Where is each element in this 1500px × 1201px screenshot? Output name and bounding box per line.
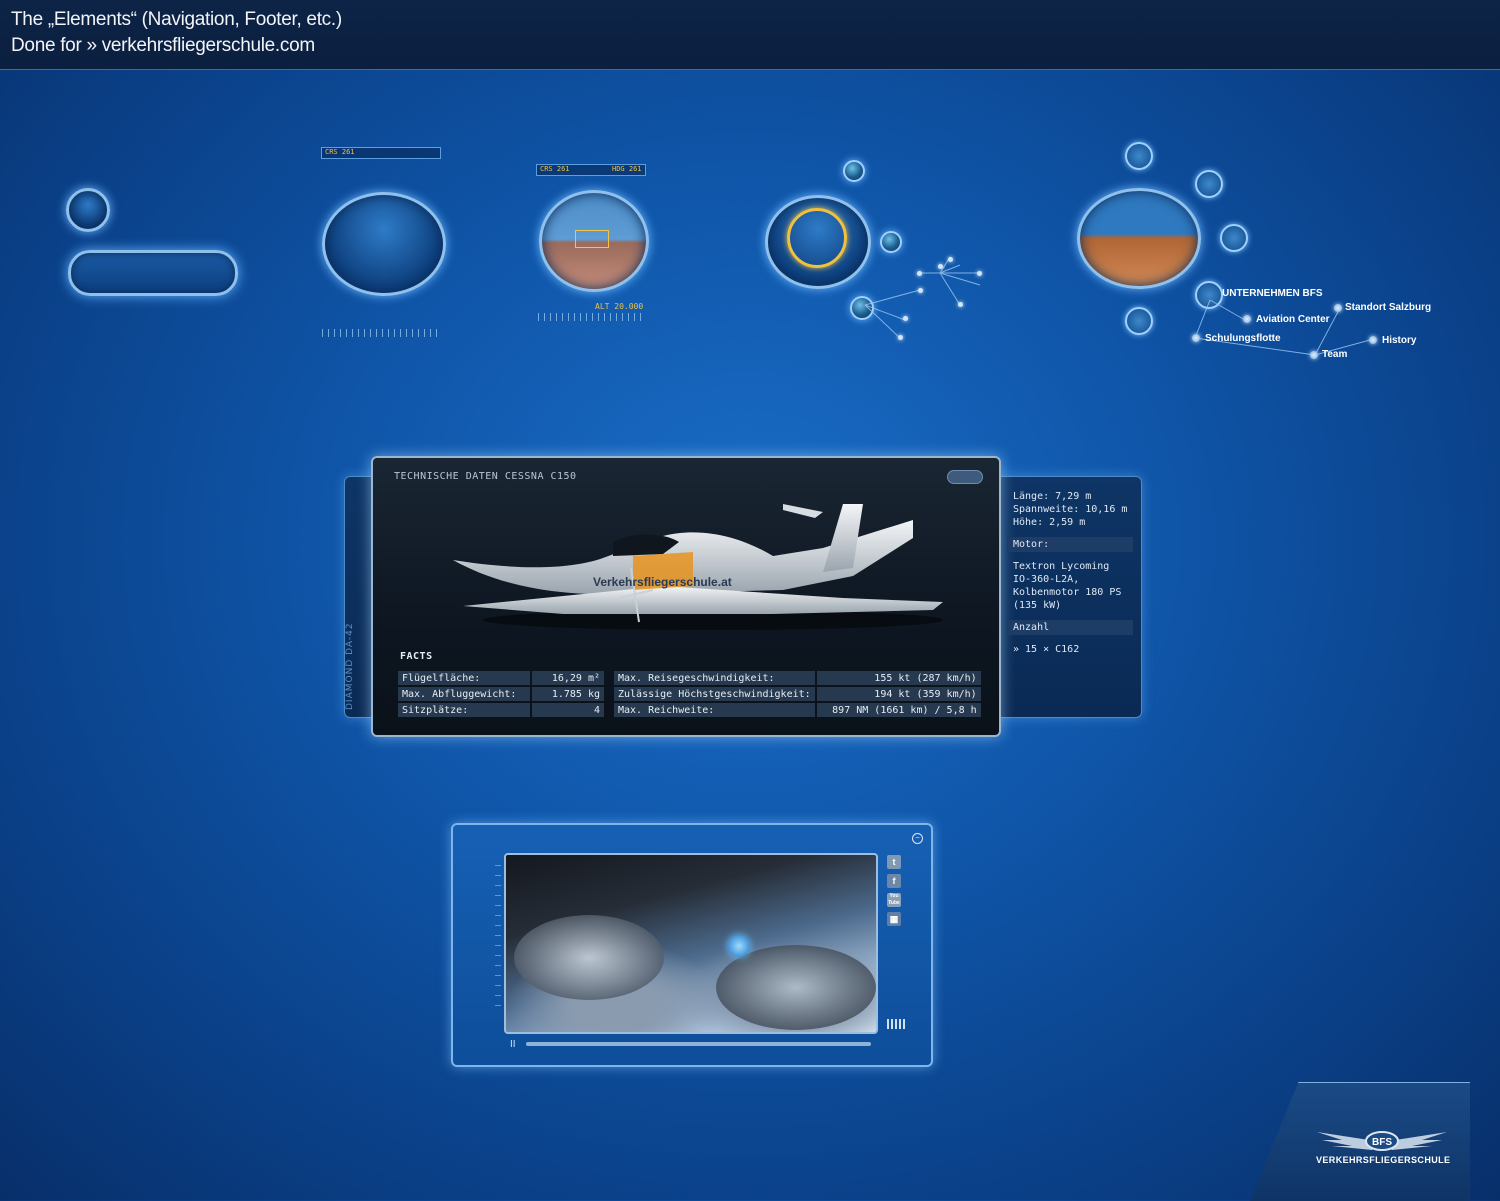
starship-engine <box>728 935 750 957</box>
crs-label: CRS 261 <box>325 148 355 156</box>
nav-node[interactable] <box>948 257 953 262</box>
fact-value: 1.785 kg <box>532 687 604 701</box>
nav-node[interactable] <box>918 288 923 293</box>
fact-value: 4 <box>532 703 604 717</box>
gear-icon[interactable] <box>1195 170 1223 198</box>
fact-value: 155 kt (287 km/h) <box>816 671 981 685</box>
header-title: The „Elements“ (Navigation, Footer, etc.… <box>11 9 342 30</box>
hdg-label: HDG 261 <box>612 165 642 173</box>
hub-gauge[interactable] <box>1077 188 1201 289</box>
tech-data-panel: TECHNISCHE DATEN CESSNA C150 Verkehrsfli… <box>371 456 1001 737</box>
gear-icon[interactable] <box>1125 307 1153 335</box>
progress-bar[interactable] <box>526 1042 871 1046</box>
round-button[interactable] <box>66 188 110 232</box>
nav-node-aviation[interactable] <box>1243 315 1251 323</box>
alt-scale <box>538 313 642 321</box>
nav-history[interactable]: History <box>1382 335 1416 346</box>
header-subtitle: Done for » verkehrsfliegerschule.com <box>11 35 315 56</box>
nav-standort[interactable]: Standort Salzburg <box>1345 302 1431 313</box>
gear-icon[interactable] <box>1125 142 1153 170</box>
compass-ring <box>787 208 847 268</box>
spec-spannweite: Spannweite: 10,16 m <box>1013 504 1128 515</box>
plane-livery-text: Verkehrsfliegerschule.at <box>593 575 732 589</box>
nav-node[interactable] <box>917 271 922 276</box>
facts-table-left: Flügelfläche: 16,29 m² Max. Abfluggewich… <box>396 669 606 719</box>
fact-key: Max. Abfluggewicht: <box>398 687 530 701</box>
fact-key: Zulässige Höchstgeschwindigkeit: <box>614 687 815 701</box>
youtube-icon[interactable]: You Tube <box>887 893 901 907</box>
table-row: Zulässige Höchstgeschwindigkeit: 194 kt … <box>614 687 981 701</box>
panel-close-button[interactable] <box>947 470 983 484</box>
player-scale <box>495 865 501 1015</box>
globe-icon[interactable] <box>880 231 902 253</box>
table-row: Flügelfläche: 16,29 m² <box>398 671 604 685</box>
specs-sidebar: Länge: 7,29 m Spannweite: 10,16 m Höhe: … <box>1007 490 1133 656</box>
header-bar: The „Elements“ (Navigation, Footer, etc.… <box>0 0 1500 70</box>
fact-key: Flügelfläche: <box>398 671 530 685</box>
fact-key: Max. Reichweite: <box>614 703 815 717</box>
facts-table-right: Max. Reisegeschwindigkeit: 155 kt (287 k… <box>612 669 983 719</box>
spec-motor-line: Kolbenmotor 180 PS <box>1013 587 1122 598</box>
video-screen[interactable] <box>504 853 878 1034</box>
nav-schulungsflotte[interactable]: Schulungsflotte <box>1205 333 1281 344</box>
nav-node[interactable] <box>977 271 982 276</box>
flickr-icon[interactable]: ▦ <box>887 912 901 926</box>
volume-icon[interactable] <box>887 1019 905 1029</box>
spec-motor-line: (135 kW) <box>1013 600 1062 611</box>
nav-aviation[interactable]: Aviation Center <box>1256 314 1330 325</box>
nav-node-team[interactable] <box>1310 351 1318 359</box>
fact-value: 194 kt (359 km/h) <box>816 687 981 701</box>
nav-node[interactable] <box>903 316 908 321</box>
fact-value: 16,29 m² <box>532 671 604 685</box>
nav-team[interactable]: Team <box>1322 349 1347 360</box>
nav-node[interactable] <box>938 264 943 269</box>
fact-key: Max. Reisegeschwindigkeit: <box>614 671 815 685</box>
table-row: Max. Reichweite: 897 NM (1661 km) / 5,8 … <box>614 703 981 717</box>
fact-key: Sitzplätze: <box>398 703 530 717</box>
gauge-scale <box>322 329 440 337</box>
twitter-icon[interactable]: t <box>887 855 901 869</box>
bfs-wings-logo[interactable]: BFS <box>1312 1126 1452 1156</box>
footer-logo-name: VERKEHRSFLIEGERSCHULE <box>1316 1155 1451 1165</box>
video-player: − t f You Tube ▦ II <box>451 823 933 1067</box>
starship-image <box>514 915 664 1000</box>
facebook-icon[interactable]: f <box>887 874 901 888</box>
spec-anzahl: » 15 × C162 <box>1013 644 1080 655</box>
gauge-empty[interactable] <box>322 192 446 296</box>
nav-node[interactable] <box>898 335 903 340</box>
logo-badge: BFS <box>1372 1137 1392 1148</box>
spec-anzahl-header: Anzahl <box>1007 620 1133 635</box>
crs-label-2: CRS 261 <box>540 165 570 173</box>
globe-icon[interactable] <box>843 160 865 182</box>
close-icon[interactable]: − <box>912 833 923 844</box>
panel-title: TECHNISCHE DATEN CESSNA C150 <box>394 471 577 482</box>
fact-value: 897 NM (1661 km) / 5,8 h <box>816 703 981 717</box>
spec-hoehe: Höhe: 2,59 m <box>1013 517 1086 528</box>
pill-input[interactable] <box>68 250 238 296</box>
pause-button[interactable]: II <box>510 1039 516 1050</box>
table-row: Max. Abfluggewicht: 1.785 kg <box>398 687 604 701</box>
nav-node-standort[interactable] <box>1334 304 1342 312</box>
nav-node-history[interactable] <box>1369 336 1377 344</box>
nav-node[interactable] <box>958 302 963 307</box>
facts-label: FACTS <box>400 651 433 662</box>
table-row: Sitzplätze: 4 <box>398 703 604 717</box>
table-row: Max. Reisegeschwindigkeit: 155 kt (287 k… <box>614 671 981 685</box>
nav-unternehmen[interactable]: UNTERNEHMEN BFS <box>1222 288 1323 299</box>
attitude-crosshair <box>575 230 609 248</box>
spec-motor-line: IO-360-L2A, <box>1013 574 1080 585</box>
spec-motor-header: Motor: <box>1007 537 1133 552</box>
starship-image <box>716 945 876 1030</box>
alt-label: ALT 20.000 <box>595 302 644 311</box>
nav-node-schulungsflotte[interactable] <box>1192 334 1200 342</box>
airplane-image: Verkehrsfliegerschule.at <box>453 504 943 630</box>
gear-icon[interactable] <box>1220 224 1248 252</box>
spec-laenge: Länge: 7,29 m <box>1013 491 1092 502</box>
panel-side-label[interactable]: DIAMOND DA-42 <box>345 590 369 710</box>
spec-motor-line: Textron Lycoming <box>1013 561 1110 572</box>
nav-network-lines <box>864 256 981 339</box>
